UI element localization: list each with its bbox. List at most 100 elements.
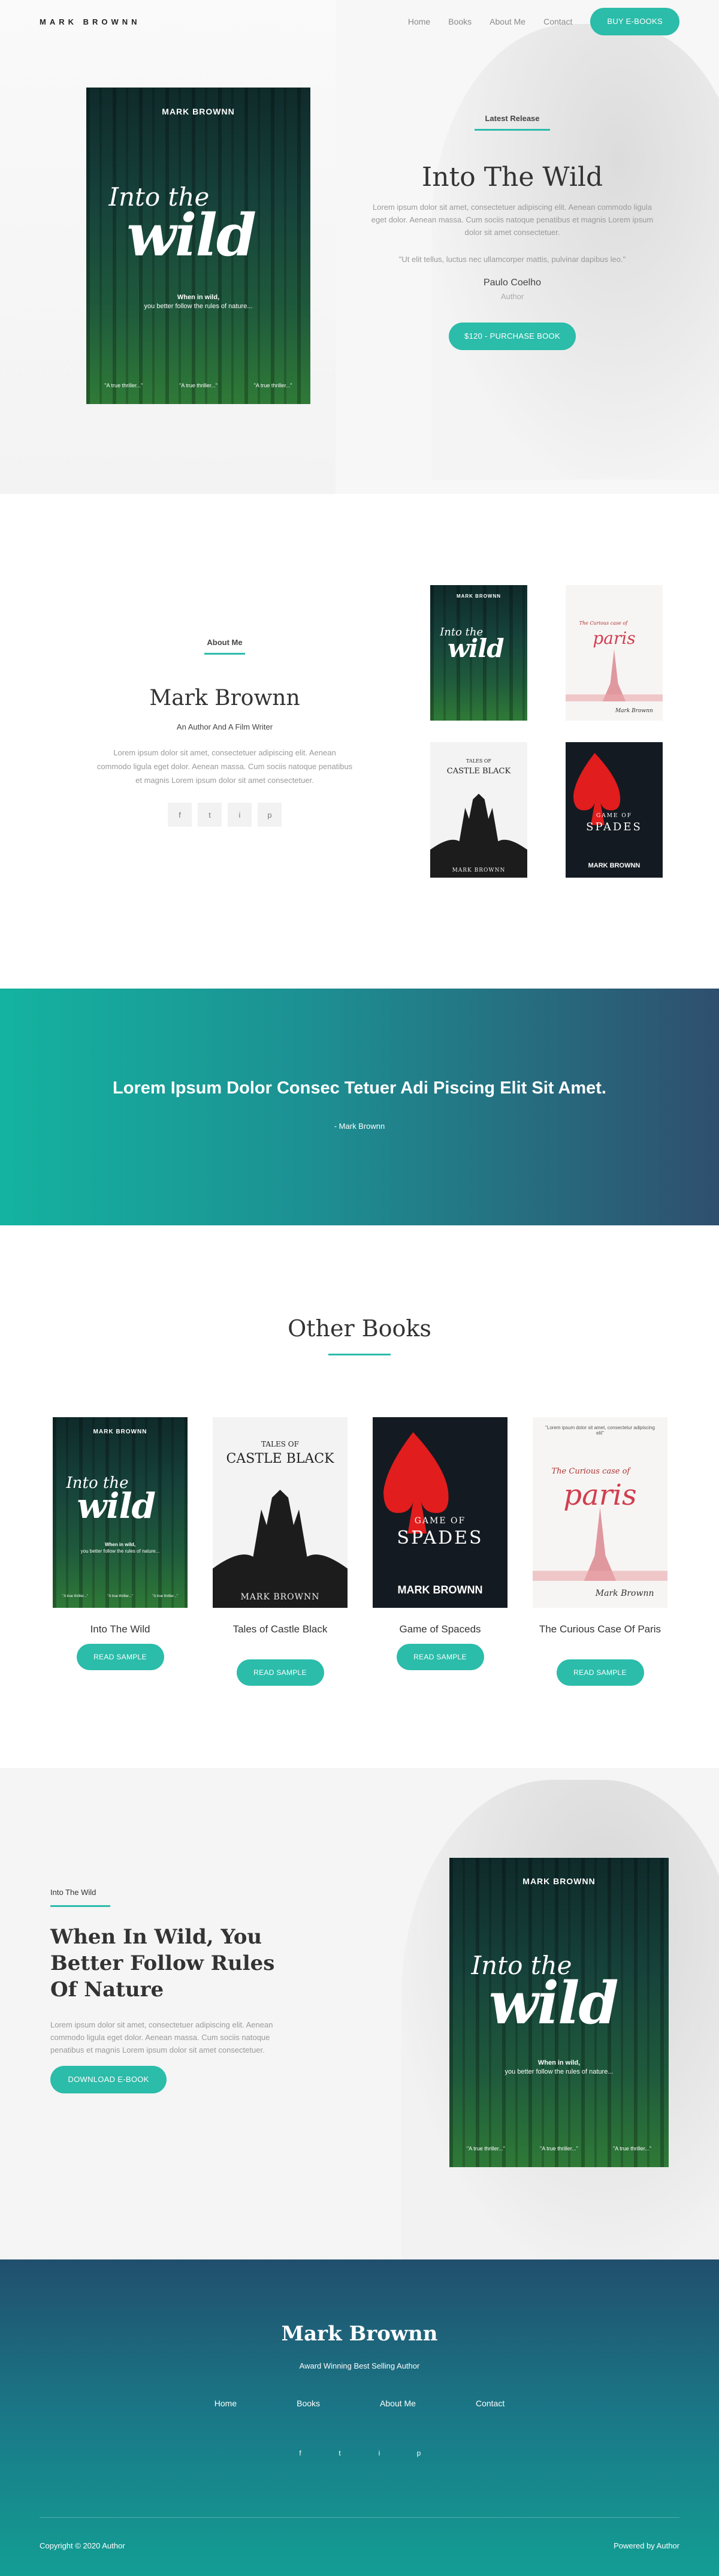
book-card: "Lorem ipsum dolor sit amet, consectetur… [533, 1417, 667, 1686]
cover-title-big: CASTLE BLACK [226, 1451, 334, 1467]
cover-title-big: SPADES [586, 821, 642, 834]
read-sample-button[interactable]: READ SAMPLE [236, 1659, 324, 1686]
cover-title-big: wild [126, 201, 256, 270]
read-sample-button[interactable]: READ SAMPLE [76, 1644, 164, 1670]
label-underline [204, 653, 245, 655]
book-thumb-into-the-wild[interactable]: MARK BROWNN Into the wild [430, 585, 527, 721]
footer-nav-about[interactable]: About Me [380, 2399, 416, 2408]
pinterest-icon[interactable]: p [258, 803, 282, 827]
latest-release-label: Latest Release [485, 114, 540, 123]
cover-tagline: When in wild, you better follow the rules… [80, 1541, 160, 1554]
nav-contact[interactable]: Contact [543, 17, 572, 26]
about-text: About Me Mark Brownn An Author And A Fil… [96, 638, 354, 827]
nav-home[interactable]: Home [408, 17, 430, 26]
cover-title-big: wild [488, 1969, 619, 2037]
cover-author: MARK BROWNN [588, 862, 641, 870]
cover-title-big: wild [448, 634, 504, 664]
cover-title-small: TALES OF [261, 1440, 299, 1449]
hero-quote: "Ut elit tellus, luctus nec ullamcorper … [398, 255, 626, 264]
download-ebook-button[interactable]: DOWNLOAD E-BOOK [50, 2066, 167, 2093]
site-logo[interactable]: MARK BROWNN [40, 17, 141, 26]
main-nav: Home Books About Me Contact BUY E-BOOKS [390, 8, 679, 35]
feature-text: Into The Wild When In Wild, You Better F… [50, 1888, 302, 2093]
quote-author: Paulo Coelho [483, 278, 542, 288]
cover-title-big: CASTLE BLACK [446, 766, 511, 776]
eiffel-tower-illustration [533, 1507, 667, 1581]
powered-by-text: Powered by Author [614, 2541, 679, 2550]
twitter-icon[interactable]: t [198, 803, 222, 827]
title-underline [328, 1354, 391, 1355]
facebook-icon[interactable]: f [292, 2445, 308, 2461]
book-cover-spades[interactable]: GAME OF SPADES MARK BROWNN [373, 1417, 507, 1608]
hero-text: Latest Release Into The Wild Lorem ipsum… [365, 114, 659, 350]
book-card: TALES OF CASTLE BLACK MARK BROWNN Tales … [213, 1417, 348, 1686]
book-title[interactable]: Tales of Castle Black [213, 1623, 348, 1635]
book-thumb-castle-black[interactable]: TALES OF CASTLE BLACK MARK BROWNN [430, 742, 527, 878]
cover-quote: "Lorem ipsum dolor sit amet, consectetur… [545, 1424, 655, 1436]
footer-nav-contact[interactable]: Contact [476, 2399, 504, 2408]
cover-tagline: When in wild, you better follow the rules… [144, 294, 253, 311]
footer-tagline: Award Winning Best Selling Author [299, 2361, 420, 2370]
cover-author: MARK BROWNN [240, 1592, 320, 1602]
book-thumb-spades[interactable]: GAME OF SPADES MARK BROWNN [566, 742, 663, 878]
nav-about[interactable]: About Me [490, 17, 525, 26]
footer-nav-books[interactable]: Books [297, 2399, 320, 2408]
cover-author: MARK BROWNN [162, 106, 235, 116]
featured-book-section: Into The Wild When In Wild, You Better F… [0, 1768, 719, 2259]
facebook-icon[interactable]: f [168, 803, 192, 827]
pinterest-icon[interactable]: p [411, 2445, 427, 2461]
banner-quote: Lorem Ipsum Dolor Consec Tetuer Adi Pisc… [113, 1078, 606, 1098]
buy-ebooks-button[interactable]: BUY E-BOOKS [590, 8, 679, 35]
instagram-icon[interactable]: i [371, 2445, 387, 2461]
cover-title-small: The Curious case of [551, 1466, 630, 1476]
nav-books[interactable]: Books [448, 17, 472, 26]
cover-tagline: When in wild, you better follow the rules… [504, 2059, 614, 2076]
cover-author: MARK BROWNN [456, 593, 502, 599]
other-books-section: Other Books MARK BROWNN Into the wild Wh… [0, 1225, 719, 1768]
about-section: About Me Mark Brownn An Author And A Fil… [0, 494, 719, 989]
eiffel-tower-illustration [566, 649, 663, 702]
book-title[interactable]: Game of Spaceds [373, 1623, 507, 1635]
instagram-icon[interactable]: i [228, 803, 252, 827]
copyright-text: Copyright © 2020 Author [40, 2541, 125, 2550]
cover-title-big: wild [77, 1486, 156, 1527]
castle-illustration [430, 793, 527, 878]
other-books-title: Other Books [288, 1315, 431, 1342]
read-sample-button[interactable]: READ SAMPLE [556, 1659, 644, 1686]
twitter-icon[interactable]: t [332, 2445, 348, 2461]
book-cover-into-the-wild[interactable]: MARK BROWNN Into the wild When in wild, y… [449, 1858, 669, 2167]
footer-nav: Home Books About Me Contact [0, 2399, 719, 2408]
cover-author: MARK BROWNN [522, 1876, 596, 1886]
feature-title: When In Wild, You Better Follow Rules Of… [50, 1925, 275, 2002]
cover-title-big: paris [593, 628, 636, 649]
book-cover-into-the-wild[interactable]: MARK BROWNN Into the wild When in wild, y… [53, 1417, 188, 1608]
footer-author-name: Mark Brownn [281, 2322, 438, 2346]
about-me-label: About Me [207, 638, 243, 647]
book-thumb-paris[interactable]: The Curious case of paris Mark Brownn [566, 585, 663, 721]
book-title[interactable]: Into The Wild [53, 1623, 188, 1635]
book-card: MARK BROWNN Into the wild When in wild, y… [53, 1417, 188, 1670]
site-header: MARK BROWNN Home Books About Me Contact … [0, 0, 719, 43]
feature-description: Lorem ipsum dolor sit amet, consectetuer… [50, 2020, 273, 2054]
footer-divider [40, 2517, 679, 2518]
book-cover-castle-black[interactable]: TALES OF CASTLE BLACK MARK BROWNN [213, 1417, 348, 1608]
cover-title-small: The Curious case of [579, 620, 628, 626]
footer-socials: f t i p [0, 2445, 719, 2461]
quote-banner: Lorem Ipsum Dolor Consec Tetuer Adi Pisc… [0, 989, 719, 1225]
book-title[interactable]: The Curious Case Of Paris [533, 1623, 667, 1635]
book-cover-into-the-wild[interactable]: MARK BROWNN Into the wild When in wild, y… [86, 88, 310, 404]
cover-title-small: TALES OF [466, 758, 491, 764]
cover-author: MARK BROWNN [93, 1429, 147, 1436]
site-footer: Mark Brownn Award Winning Best Selling A… [0, 2259, 719, 2576]
purchase-book-button[interactable]: $120 - PURCHASE BOOK [449, 323, 576, 350]
cover-quotes: "A true thriller..." "A true thriller..."… [62, 1595, 178, 1599]
book-cover-paris[interactable]: "Lorem ipsum dolor sit amet, consectetur… [533, 1417, 667, 1608]
footer-nav-home[interactable]: Home [215, 2399, 237, 2408]
read-sample-button[interactable]: READ SAMPLE [396, 1644, 484, 1670]
label-underline [50, 1905, 110, 1907]
cover-title-small: GAME OF [596, 812, 632, 819]
cover-author: MARK BROWNN [397, 1583, 483, 1596]
label-underline [475, 129, 550, 131]
cover-author: Mark Brownn [615, 707, 653, 714]
hero-description: Lorem ipsum dolor sit amet, consectetuer… [371, 203, 654, 237]
